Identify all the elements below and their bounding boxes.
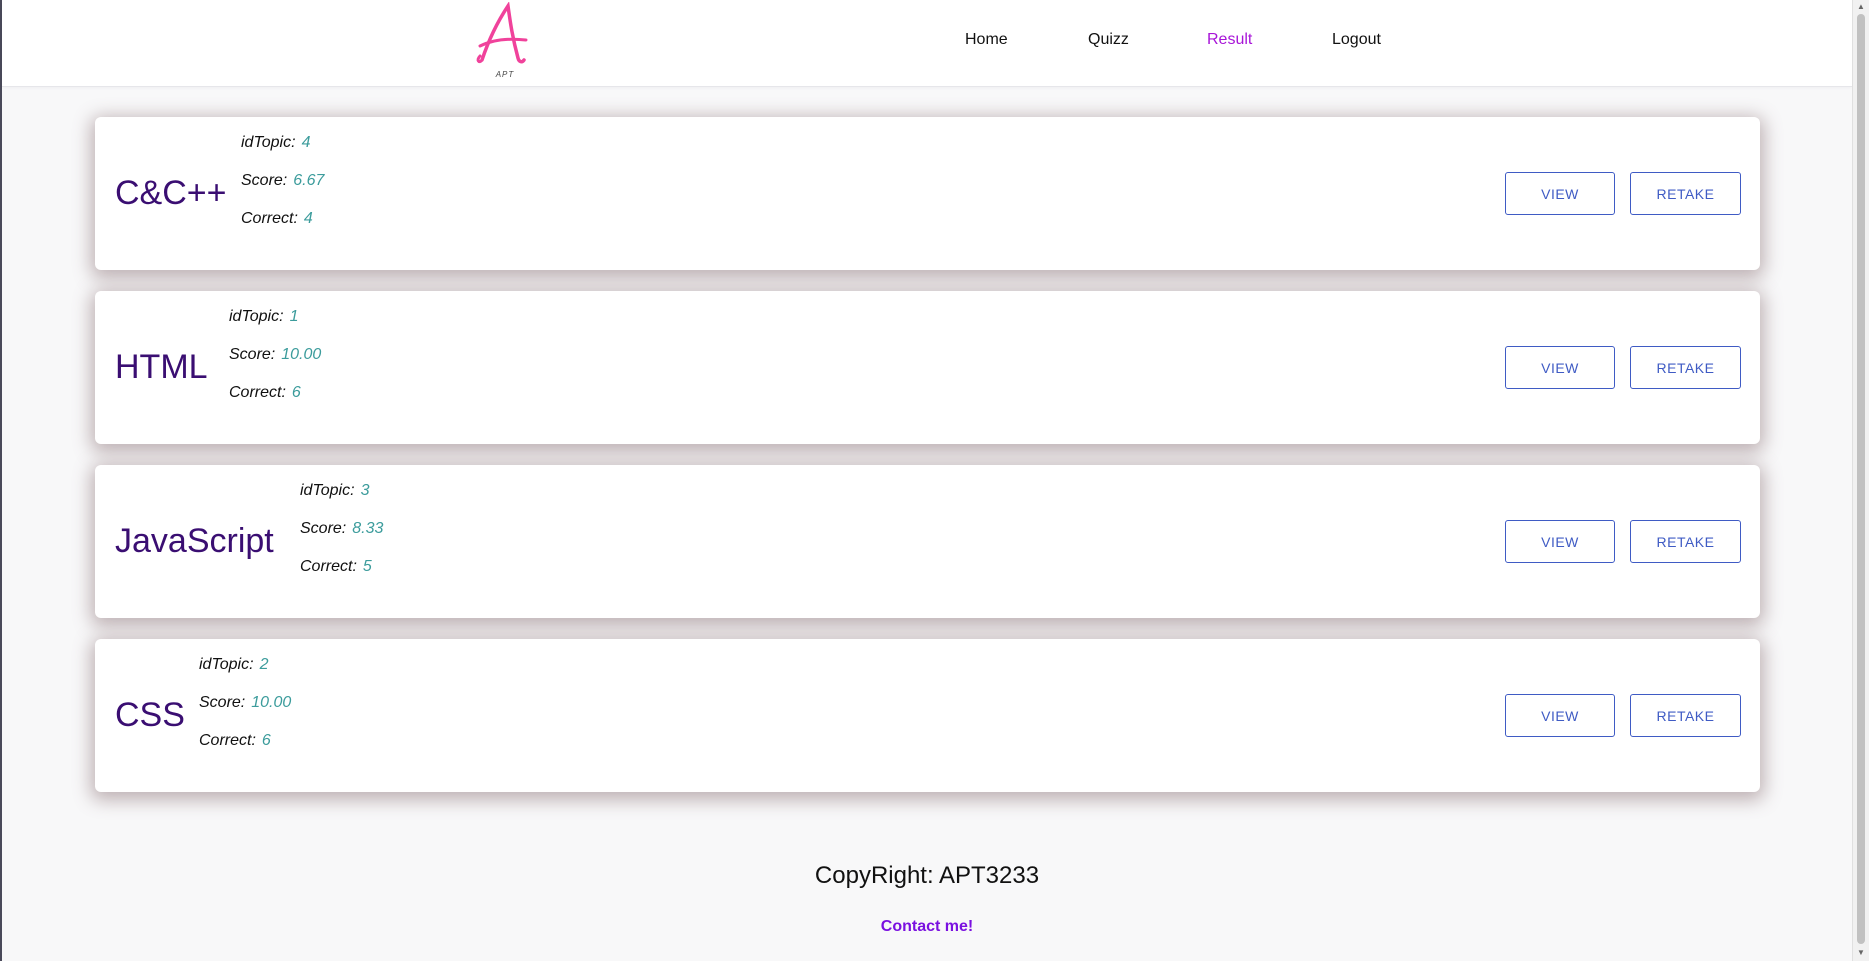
- id-topic-value: 3: [360, 482, 370, 499]
- correct-row: Correct: 5: [300, 558, 383, 596]
- score-value: 10.00: [281, 346, 322, 363]
- id-topic-label: idTopic:: [199, 656, 254, 673]
- correct-value: 5: [362, 558, 372, 575]
- score-label: Score:: [241, 172, 288, 189]
- correct-label: Correct:: [229, 384, 286, 401]
- result-details: idTopic: 2 Score: 10.00 Correct: 6: [199, 656, 291, 770]
- nav-home-link[interactable]: Home: [965, 31, 1008, 49]
- id-topic-row: idTopic: 1: [229, 308, 321, 346]
- view-button[interactable]: VIEW: [1505, 520, 1615, 563]
- correct-row: Correct: 6: [229, 384, 321, 422]
- score-label: Score:: [199, 694, 246, 711]
- score-row: Score: 6.67: [241, 172, 324, 210]
- score-value: 8.33: [352, 520, 384, 537]
- result-card: CSS idTopic: 2 Score: 10.00 Correct: 6 VIEW…: [95, 639, 1760, 792]
- logo-caption: APT: [495, 70, 515, 79]
- result-card: C&C++ idTopic: 4 Score: 6.67 Correct: 4 VIE…: [95, 117, 1760, 270]
- correct-label: Correct:: [300, 558, 357, 575]
- window-edge: [0, 0, 2, 961]
- result-details: idTopic: 4 Score: 6.67 Correct: 4: [241, 134, 324, 248]
- page-scrollbar[interactable]: ▲ ▼: [1852, 0, 1869, 961]
- correct-label: Correct:: [199, 732, 256, 749]
- score-row: Score: 10.00: [229, 346, 321, 384]
- view-button[interactable]: VIEW: [1505, 346, 1615, 389]
- result-details: idTopic: 1 Score: 10.00 Correct: 6: [229, 308, 321, 422]
- topic-title: CSS: [115, 696, 185, 734]
- logo-letter-a-icon: [476, 1, 528, 64]
- view-button[interactable]: VIEW: [1505, 694, 1615, 737]
- correct-value: 6: [291, 384, 301, 401]
- score-row: Score: 8.33: [300, 520, 383, 558]
- app-logo[interactable]: APT: [474, 1, 536, 82]
- scroll-down-icon[interactable]: ▼: [1857, 948, 1865, 958]
- id-topic-label: idTopic:: [241, 134, 296, 151]
- score-label: Score:: [229, 346, 276, 363]
- id-topic-value: 2: [259, 656, 269, 673]
- nav-result-link[interactable]: Result: [1207, 31, 1252, 49]
- scroll-up-icon[interactable]: ▲: [1857, 2, 1865, 12]
- score-value: 6.67: [293, 172, 325, 189]
- score-row: Score: 10.00: [199, 694, 291, 732]
- result-details: idTopic: 3 Score: 8.33 Correct: 5: [300, 482, 383, 596]
- correct-row: Correct: 6: [199, 732, 291, 770]
- id-topic-value: 4: [301, 134, 311, 151]
- result-card: HTML idTopic: 1 Score: 10.00 Correct: 6 VIE…: [95, 291, 1760, 444]
- nav-logout-link[interactable]: Logout: [1332, 31, 1381, 49]
- scrollbar-thumb[interactable]: [1857, 14, 1865, 944]
- correct-value: 6: [261, 732, 271, 749]
- contact-link[interactable]: Contact me!: [2, 918, 1852, 936]
- id-topic-row: idTopic: 3: [300, 482, 383, 520]
- score-label: Score:: [300, 520, 347, 537]
- result-card: JavaScript idTopic: 3 Score: 8.33 Correct:…: [95, 465, 1760, 618]
- correct-row: Correct: 4: [241, 210, 324, 248]
- correct-value: 4: [303, 210, 313, 227]
- id-topic-row: idTopic: 4: [241, 134, 324, 172]
- topic-title: HTML: [115, 348, 208, 386]
- id-topic-value: 1: [289, 308, 299, 325]
- correct-label: Correct:: [241, 210, 298, 227]
- view-button[interactable]: VIEW: [1505, 172, 1615, 215]
- nav-quizz-link[interactable]: Quizz: [1088, 31, 1129, 49]
- retake-button[interactable]: RETAKE: [1630, 694, 1741, 737]
- site-footer: CopyRight: APT3233 Contact me!: [2, 822, 1852, 961]
- id-topic-row: idTopic: 2: [199, 656, 291, 694]
- id-topic-label: idTopic:: [229, 308, 284, 325]
- retake-button[interactable]: RETAKE: [1630, 172, 1741, 215]
- retake-button[interactable]: RETAKE: [1630, 520, 1741, 563]
- id-topic-label: idTopic:: [300, 482, 355, 499]
- copyright-text: CopyRight: APT3233: [814, 862, 1040, 889]
- retake-button[interactable]: RETAKE: [1630, 346, 1741, 389]
- score-value: 10.00: [251, 694, 292, 711]
- site-header: APT Home Quizz Result Logout: [2, 0, 1852, 87]
- topic-title: JavaScript: [115, 522, 274, 560]
- topic-title: C&C++: [115, 174, 227, 212]
